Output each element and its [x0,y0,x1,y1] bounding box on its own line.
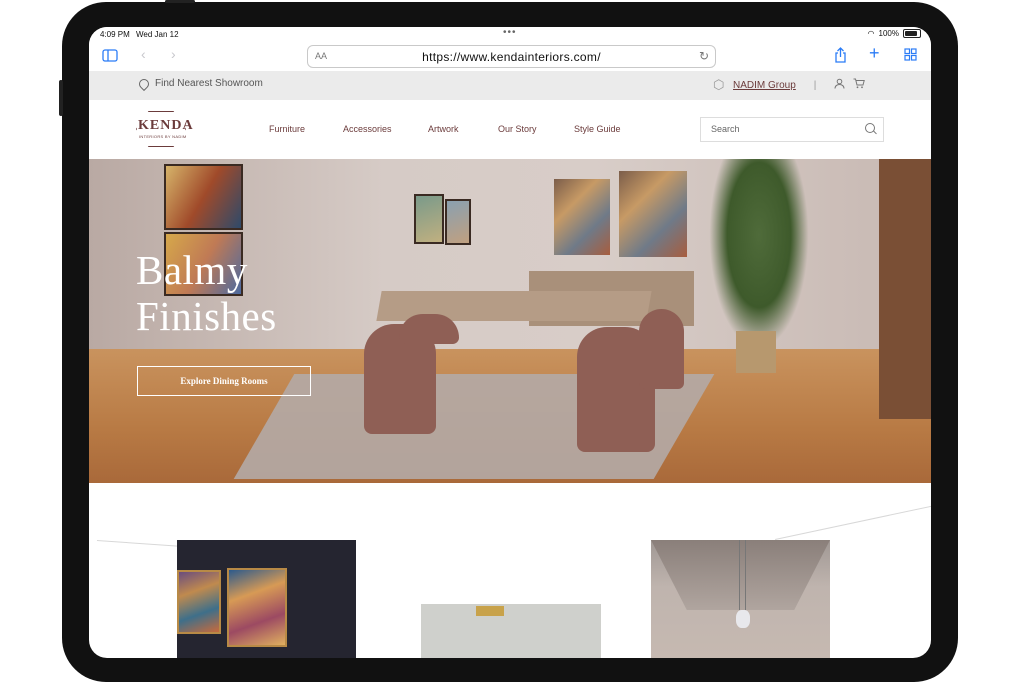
nadim-hex-icon: ⬡ [713,77,725,92]
card-pendant-wire [745,540,746,610]
address-url[interactable]: https://www.kendainteriors.com/ [308,50,715,64]
hero-title: Balmy Finishes [136,247,277,339]
hero-door [879,159,931,419]
logo-wordmark: KENDA [138,118,194,133]
card-pendant-lamp [736,610,750,628]
kenda-logo[interactable]: KENDA INTERIORS BY NADIM [136,109,194,147]
card-gold-fixture [476,606,504,616]
category-card-dining[interactable] [651,540,830,658]
group-area: ⬡ NADIM Group | [713,77,866,92]
share-icon[interactable] [834,47,847,65]
hero-painting-portrait [164,164,243,230]
nav-item-accessories[interactable]: Accessories [343,124,392,134]
category-card-artwork[interactable] [177,540,356,658]
tablet-top-button [165,0,195,3]
hero-banner: Balmy Finishes Explore Dining Rooms [89,159,931,483]
address-bar[interactable]: AA https://www.kendainteriors.com/ ↻ [307,45,716,68]
tabs-grid-icon[interactable] [904,48,917,63]
status-right: ◠ 100% [868,29,921,38]
chevron-left-icon[interactable]: ‹ [141,47,146,61]
tablet-side-button [59,80,63,116]
nav-item-style-guide[interactable]: Style Guide [574,124,621,134]
card-painting-1 [177,570,221,634]
sidebar-icon[interactable] [102,49,118,64]
battery-icon [903,29,921,38]
hero-painting-market-1 [554,179,610,255]
multitasking-dots-icon[interactable]: ••• [503,27,517,38]
divider: | [813,79,817,91]
search-box[interactable] [700,117,884,142]
nav-item-our-story[interactable]: Our Story [498,124,537,134]
battery-percent: 100% [878,29,899,38]
main-nav: KENDA INTERIORS BY NADIM Furniture Acces… [89,100,931,159]
status-bar: 4:09 PM Wed Jan 12 ••• ◠ 100% [89,27,931,41]
hero-painting-market-2 [619,171,687,257]
search-input[interactable] [701,118,861,139]
category-card-ceiling[interactable] [421,604,601,658]
nadim-group-link[interactable]: NADIM Group [733,80,796,91]
plus-icon[interactable]: + [869,44,880,62]
explore-dining-rooms-button[interactable]: Explore Dining Rooms [137,366,311,396]
wifi-icon: ◠ [867,29,875,38]
search-icon[interactable] [865,123,875,133]
hero-plant [709,159,809,349]
map-pin-icon [136,76,152,91]
user-icon[interactable] [834,78,845,92]
hero-chair-4 [399,314,459,344]
reload-icon[interactable]: ↻ [699,49,709,63]
hero-chair-3 [639,309,684,389]
hero-painting-small-2 [445,199,471,245]
utility-bar: Find Nearest Showroom ⬡ NADIM Group | [89,71,931,100]
hero-plant-pot [736,331,776,373]
logo-tagline: INTERIORS BY NADIM [139,134,187,139]
card-pendant-wire [739,540,740,610]
card-ceiling [651,540,830,610]
status-time: 4:09 PM [100,30,130,39]
status-date: Wed Jan 12 [136,30,179,39]
showroom-label: Find Nearest Showroom [155,78,263,89]
hero-painting-small-1 [414,194,444,244]
nav-item-artwork[interactable]: Artwork [428,124,459,134]
nav-item-furniture[interactable]: Furniture [269,124,305,134]
browser-toolbar: ‹ › AA https://www.kendainteriors.com/ ↻… [89,41,931,71]
card-painting-2 [227,568,287,647]
decorative-line [775,505,931,540]
tablet-screen: 4:09 PM Wed Jan 12 ••• ◠ 100% ‹ › AA htt… [89,27,931,658]
hero-title-line1: Balmy [136,247,248,293]
chevron-right-icon[interactable]: › [171,47,176,61]
hero-title-line2: Finishes [136,293,277,339]
decorative-line [96,540,187,548]
cart-icon[interactable] [853,78,866,92]
find-showroom-link[interactable]: Find Nearest Showroom [136,76,263,91]
